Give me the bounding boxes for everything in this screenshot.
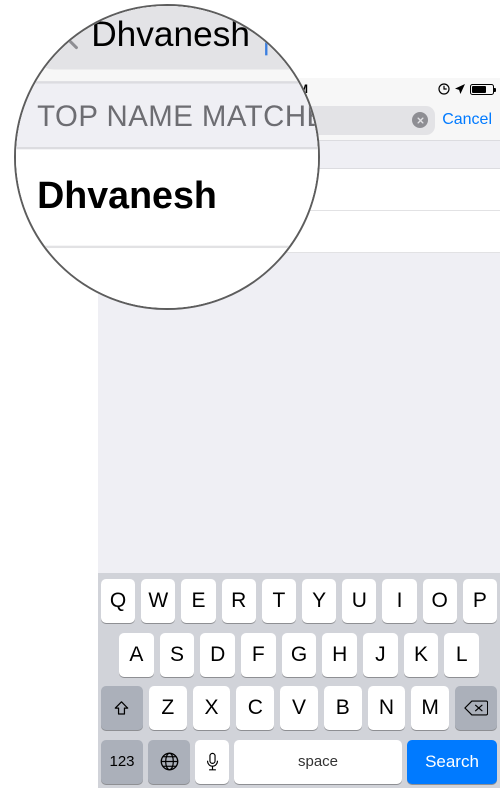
key-o[interactable]: O: [422, 579, 457, 623]
key-t[interactable]: T: [261, 579, 296, 623]
key-n[interactable]: N: [367, 686, 406, 731]
key-c[interactable]: C: [236, 686, 275, 731]
key-g[interactable]: G: [281, 632, 317, 677]
battery-icon: [470, 83, 496, 95]
text-caret: [264, 14, 268, 55]
key-d[interactable]: D: [200, 632, 235, 677]
magnified-search-bar-row: Dhvanesh: [16, 6, 318, 82]
key-v[interactable]: V: [280, 686, 318, 731]
key-u[interactable]: U: [342, 579, 377, 623]
globe-language-icon[interactable]: [148, 739, 190, 784]
section-header-top-name-matches: TOP NAME MATCHES: [16, 81, 318, 150]
key-e[interactable]: E: [181, 579, 216, 623]
key-f[interactable]: F: [241, 632, 276, 677]
key-w[interactable]: W: [141, 579, 176, 623]
backspace-delete-icon[interactable]: [455, 686, 498, 731]
key-y[interactable]: Y: [302, 579, 337, 623]
search-key[interactable]: Search: [407, 739, 497, 784]
key-i[interactable]: I: [382, 579, 417, 623]
magnified-results-list: TOP NAME MATCHES Dhvanesh: [16, 81, 318, 308]
clear-circle-icon[interactable]: [412, 112, 429, 128]
on-screen-keyboard: Q W E R T Y U I O P A S D F G H J K L Z …: [98, 573, 500, 788]
key-r[interactable]: R: [221, 579, 256, 623]
space-key[interactable]: space: [234, 739, 402, 784]
shift-up-arrow-icon[interactable]: [100, 686, 143, 731]
key-q[interactable]: Q: [100, 579, 136, 623]
search-input[interactable]: Dhvanesh: [32, 6, 318, 69]
keyboard-row-2: A S D F G H J K L: [101, 632, 497, 677]
search-input-value: Dhvanesh: [91, 14, 250, 55]
key-m[interactable]: M: [411, 686, 450, 731]
key-z[interactable]: Z: [148, 686, 187, 731]
keyboard-row-3: Z X C V B N M: [100, 686, 498, 731]
key-k[interactable]: K: [403, 632, 439, 677]
key-a[interactable]: A: [118, 632, 154, 677]
key-p[interactable]: P: [462, 579, 498, 623]
key-h[interactable]: H: [322, 632, 358, 677]
magnifying-glass-icon: [50, 20, 78, 48]
key-b[interactable]: B: [323, 686, 362, 731]
cancel-button[interactable]: Cancel: [442, 111, 492, 129]
magnified-content: IDEA Dhvanesh TO: [16, 6, 318, 308]
key-s[interactable]: S: [159, 632, 195, 677]
table-row[interactable]: Dhvanesh: [16, 149, 318, 249]
microphone-icon[interactable]: [195, 739, 229, 784]
keyboard-row-4: 123 space Search: [101, 739, 497, 784]
numbers-key[interactable]: 123: [101, 739, 143, 784]
keyboard-row-1: Q W E R T Y U I O P: [100, 579, 498, 623]
key-x[interactable]: X: [192, 686, 231, 731]
key-l[interactable]: L: [444, 632, 480, 677]
table-row[interactable]: [16, 248, 318, 308]
magnifier-circle-overlay: IDEA Dhvanesh TO: [14, 4, 320, 310]
key-j[interactable]: J: [363, 632, 398, 677]
